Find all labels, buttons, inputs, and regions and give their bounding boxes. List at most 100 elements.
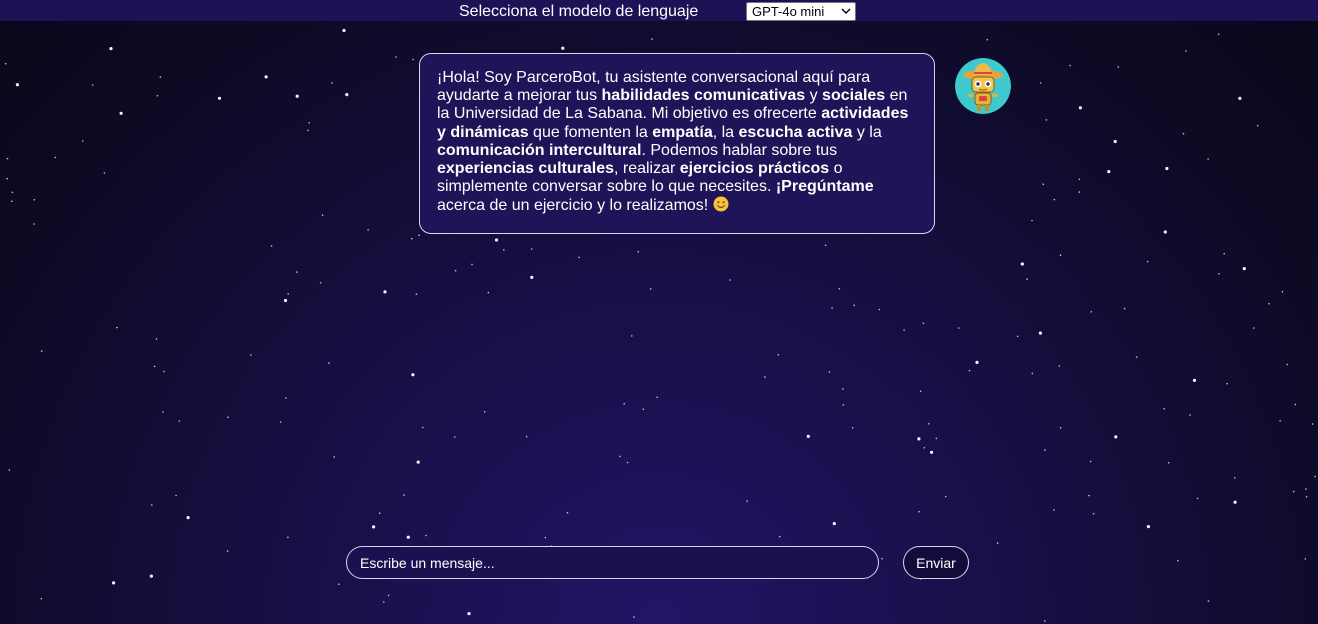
star <box>1196 497 1199 500</box>
star <box>578 256 580 259</box>
star <box>842 388 844 390</box>
bot-message-text: ¡Hola! Soy ParceroBot, tu asistente conv… <box>437 69 908 214</box>
star <box>416 460 420 464</box>
star <box>623 402 625 405</box>
star <box>919 390 922 393</box>
star <box>1207 600 1210 602</box>
star <box>1256 125 1259 127</box>
star <box>321 214 324 216</box>
star <box>996 542 999 544</box>
star <box>415 293 418 296</box>
star <box>1107 170 1111 174</box>
star <box>338 583 340 585</box>
star <box>1069 64 1071 67</box>
star <box>764 376 766 378</box>
star <box>411 373 415 377</box>
star <box>918 510 920 513</box>
star <box>968 369 971 372</box>
star <box>1146 525 1150 529</box>
star <box>1114 435 1118 439</box>
star <box>1163 230 1167 234</box>
message-bold-text: experiencias culturales <box>437 160 614 178</box>
star <box>975 360 979 364</box>
message-input[interactable] <box>346 546 879 579</box>
star <box>1304 558 1307 560</box>
star <box>1268 302 1270 305</box>
star <box>1226 382 1228 385</box>
star <box>619 455 621 458</box>
star <box>422 426 424 429</box>
star <box>308 122 311 124</box>
star <box>832 522 836 526</box>
star <box>1113 139 1117 144</box>
star <box>33 199 36 201</box>
star <box>217 96 222 100</box>
star <box>930 450 934 454</box>
star <box>378 512 381 514</box>
star <box>156 94 159 97</box>
star <box>454 436 456 438</box>
model-select-dropdown[interactable]: GPT-4o mini <box>746 2 856 21</box>
star <box>828 371 831 373</box>
star <box>1135 356 1138 358</box>
star <box>1286 363 1288 366</box>
star <box>149 574 153 578</box>
star <box>162 411 164 413</box>
model-selector-bar: Selecciona el modelo de lenguaje GPT-4o … <box>0 0 1318 21</box>
star <box>109 47 113 51</box>
star <box>11 200 13 202</box>
star <box>1044 449 1046 451</box>
star <box>881 557 883 560</box>
star <box>487 291 490 294</box>
star <box>1090 311 1093 313</box>
star <box>1146 260 1149 263</box>
star <box>383 290 387 294</box>
star <box>1042 183 1045 185</box>
star <box>851 427 854 429</box>
star <box>387 594 390 597</box>
star <box>328 362 330 364</box>
star <box>746 500 748 502</box>
star <box>806 434 810 438</box>
star <box>649 288 652 290</box>
star <box>159 76 162 78</box>
star <box>283 298 288 303</box>
star <box>633 616 635 618</box>
star <box>1207 158 1209 160</box>
message-bold-text: escucha activa <box>738 123 853 141</box>
star <box>112 581 116 585</box>
star <box>1217 33 1220 35</box>
star <box>40 350 43 352</box>
star <box>1045 119 1048 121</box>
star <box>151 504 153 506</box>
star <box>1117 66 1120 68</box>
message-bold-text: ¡Pregúntame <box>775 178 874 196</box>
message-text-segment: y la <box>852 123 882 141</box>
star <box>1305 488 1307 490</box>
star <box>1242 267 1246 271</box>
star <box>566 512 569 514</box>
star <box>279 421 282 423</box>
robot-sombrero-avatar-icon <box>955 58 1011 114</box>
star <box>1279 420 1281 422</box>
star <box>1185 50 1187 52</box>
star <box>1218 273 1220 275</box>
star <box>1182 132 1185 135</box>
star <box>637 251 639 253</box>
star <box>119 111 123 115</box>
star <box>287 536 289 539</box>
star <box>6 177 8 180</box>
star <box>285 397 287 399</box>
star <box>1059 254 1062 256</box>
star <box>250 354 252 356</box>
star <box>4 62 7 65</box>
star <box>6 157 9 160</box>
chevron-down-icon <box>841 8 851 14</box>
send-button[interactable]: Enviar <box>903 546 969 579</box>
star <box>1189 414 1191 416</box>
star <box>494 238 499 242</box>
star <box>824 244 827 247</box>
star <box>642 408 645 411</box>
star <box>483 411 486 413</box>
star <box>226 550 229 552</box>
